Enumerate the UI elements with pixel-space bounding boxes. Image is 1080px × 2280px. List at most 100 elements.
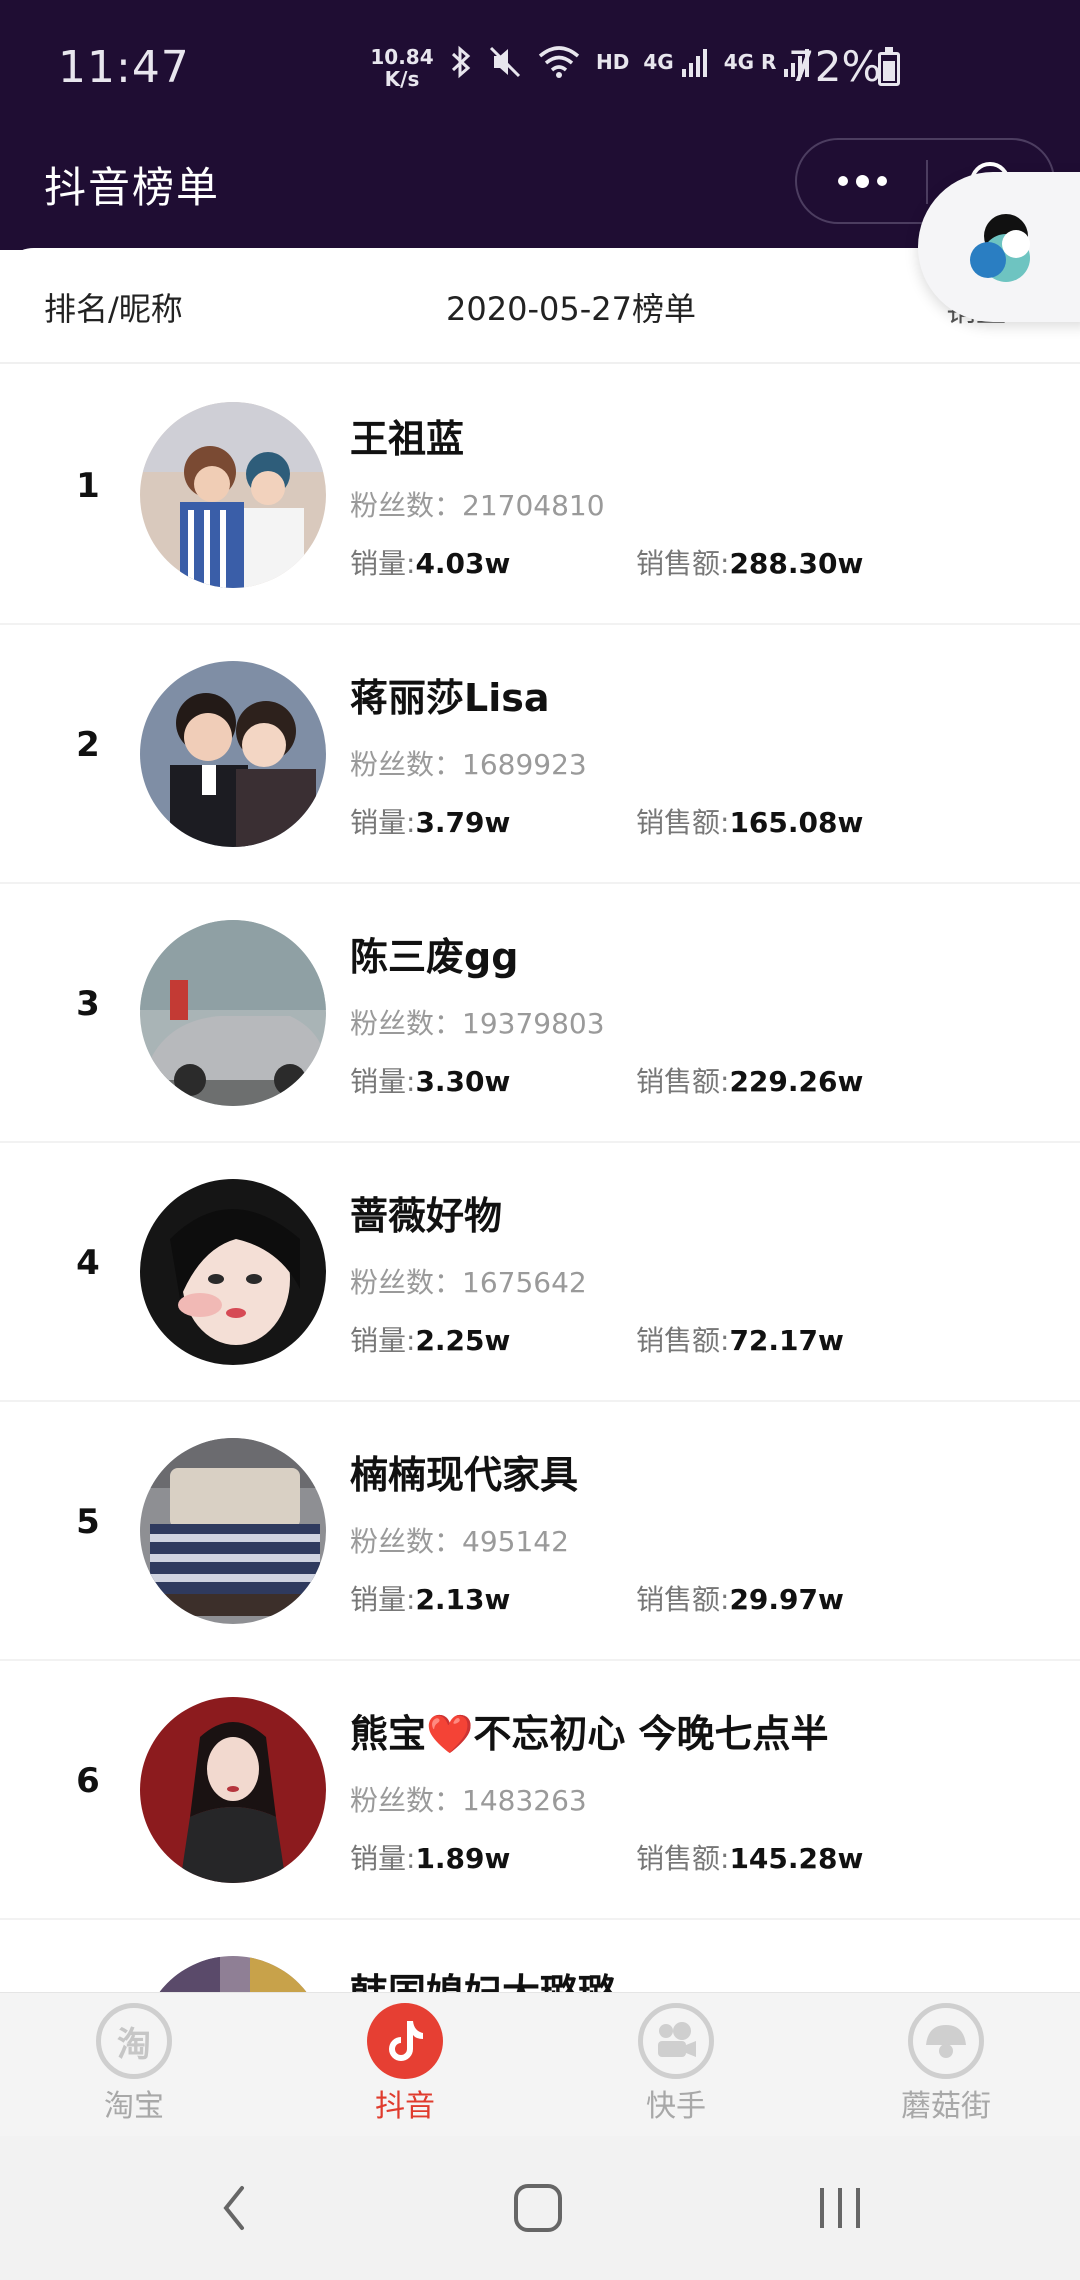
taobao-icon: 淘	[96, 2003, 172, 2079]
avatar	[140, 1956, 326, 1993]
streamer-name: 陈三废gg	[350, 935, 519, 979]
fans-count: 粉丝数：1675642	[350, 1261, 587, 1301]
sales-value: 1.89w	[415, 1842, 511, 1875]
sales-label: 销量:	[350, 1842, 416, 1875]
sales-label: 销量:	[350, 547, 416, 580]
rank-number: 1	[76, 466, 100, 506]
sales-label: 销量:	[350, 806, 416, 839]
dot-icon	[837, 176, 848, 186]
fans-label: 粉丝数：	[350, 1266, 463, 1299]
fans-label: 粉丝数：	[350, 1007, 463, 1040]
sales-value: 4.03w	[415, 547, 511, 580]
avatar	[140, 661, 326, 847]
status-icons: HD 4G 4G R	[448, 44, 812, 80]
table-header: 排名/昵称 2020-05-27榜单 销量	[0, 248, 1080, 364]
fans-count: 粉丝数：21704810	[350, 484, 605, 524]
fans-count: 粉丝数：1689923	[350, 743, 587, 783]
sales-revenue: 销售额:229.26w	[636, 1060, 863, 1100]
fans-value: 495142	[462, 1525, 569, 1558]
list-item[interactable]: 韩国媳妇大璐璐	[0, 1920, 1080, 1993]
rank-number: 2	[76, 725, 100, 765]
revenue-label: 销售额:	[636, 1324, 730, 1357]
sales-value: 3.79w	[415, 806, 511, 839]
assistant-logo-icon	[970, 214, 1030, 282]
tab-taobao[interactable]: 淘 淘宝	[54, 2003, 214, 2125]
avatar	[140, 1697, 326, 1883]
home-icon[interactable]	[508, 2178, 568, 2238]
streamer-name: 蔷薇好物	[350, 1194, 503, 1238]
tab-label: 快手	[646, 2089, 706, 2124]
revenue-label: 销售额:	[636, 1583, 730, 1616]
fans-label: 粉丝数：	[350, 489, 463, 522]
revenue-label: 销售额:	[636, 1842, 730, 1875]
avatar	[140, 1438, 326, 1624]
fans-count: 粉丝数：19379803	[350, 1002, 605, 1042]
fans-value: 1675642	[462, 1266, 587, 1299]
revenue-value: 72.17w	[729, 1324, 844, 1357]
revenue-value: 29.97w	[729, 1583, 844, 1616]
sales-label: 销量:	[350, 1324, 416, 1357]
kuaishou-icon	[638, 2003, 714, 2079]
list-item[interactable]: 6 熊宝❤️不忘初心 今晚七点半 粉丝数：1483263 销量:1.89w 销售…	[0, 1661, 1080, 1920]
sales-volume: 销量:3.30w	[350, 1060, 510, 1100]
revenue-value: 145.28w	[729, 1842, 864, 1875]
tab-kuaishou[interactable]: 快手	[596, 2003, 756, 2125]
streamer-name: 韩国媳妇大璐璐	[350, 1971, 617, 1993]
more-options-button[interactable]	[797, 140, 927, 222]
battery-icon	[878, 47, 900, 86]
wifi-icon	[538, 46, 580, 78]
ranking-date[interactable]: 2020-05-27榜单	[446, 284, 696, 330]
status-bar: 11:47 10.84 K/s HD 4G 4G R 72%	[0, 0, 1080, 140]
network-type-1: 4G	[643, 50, 674, 74]
sales-revenue: 销售额:72.17w	[636, 1319, 844, 1359]
douyin-icon	[367, 2003, 443, 2079]
revenue-value: 165.08w	[729, 806, 864, 839]
fans-label: 粉丝数：	[350, 1525, 463, 1558]
network-type-2: 4G R	[723, 50, 777, 74]
fans-label: 粉丝数：	[350, 748, 463, 781]
list-item[interactable]: 2 蒋丽莎Lisa 粉丝数：1689923 销量:3.79w 销售额:165.0…	[0, 625, 1080, 884]
rank-name-column-header: 排名/昵称	[44, 290, 183, 328]
network-speed-unit: K/s	[384, 67, 420, 91]
app-header: 11:47 10.84 K/s HD 4G 4G R 72% 抖音榜单	[0, 0, 1080, 250]
list-item[interactable]: 5 楠楠现代家具 粉丝数：495142 销量:2.13w 销售额:29.97w	[0, 1402, 1080, 1661]
taobao-icon-glyph: 淘	[117, 2024, 151, 2065]
ranking-list: 排名/昵称 2020-05-27榜单 销量 1 王祖蓝 粉丝数：21704810…	[0, 248, 1080, 1993]
list-item[interactable]: 4 蔷薇好物 粉丝数：1675642 销量:2.25w 销售额:72.17w	[0, 1143, 1080, 1402]
mogujie-icon	[908, 2003, 984, 2079]
tab-label: 蘑菇街	[901, 2089, 991, 2124]
fans-count: 粉丝数：1483263	[350, 1779, 587, 1819]
sales-revenue: 销售额:29.97w	[636, 1578, 844, 1618]
status-time: 11:47	[58, 42, 190, 93]
sales-volume: 销量:3.79w	[350, 801, 510, 841]
fans-value: 1689923	[462, 748, 587, 781]
back-icon[interactable]	[214, 2178, 254, 2238]
list-item[interactable]: 1 王祖蓝 粉丝数：21704810 销量:4.03w 销售额:288.30w	[0, 366, 1080, 625]
page-title: 抖音榜单	[44, 163, 221, 212]
tab-douyin[interactable]: 抖音	[325, 2003, 485, 2125]
dot-icon	[855, 174, 869, 188]
dot-icon	[876, 176, 887, 186]
streamer-name: 熊宝❤️不忘初心 今晚七点半	[350, 1712, 829, 1756]
floating-assistant-button[interactable]	[918, 172, 1080, 322]
fans-value: 1483263	[462, 1784, 587, 1817]
signal-icon-1	[681, 49, 707, 77]
avatar	[140, 920, 326, 1106]
rank-number: 5	[76, 1502, 100, 1542]
fans-count: 粉丝数：495142	[350, 1520, 569, 1560]
hd-label: HD	[596, 50, 630, 74]
sales-revenue: 销售额:145.28w	[636, 1837, 863, 1877]
bluetooth-icon	[451, 45, 471, 79]
revenue-value: 288.30w	[729, 547, 864, 580]
recent-apps-icon[interactable]	[812, 2178, 868, 2238]
sales-revenue: 销售额:165.08w	[636, 801, 863, 841]
tab-mogujie[interactable]: 蘑菇街	[866, 2003, 1026, 2125]
network-speed-value: 10.84	[370, 45, 434, 69]
sales-label: 销量:	[350, 1065, 416, 1098]
list-item[interactable]: 3 陈三废gg 粉丝数：19379803 销量:3.30w 销售额:229.26…	[0, 884, 1080, 1143]
sales-label: 销量:	[350, 1583, 416, 1616]
fans-value: 19379803	[462, 1007, 605, 1040]
capsule-divider	[926, 160, 928, 204]
sales-value: 2.13w	[415, 1583, 511, 1616]
streamer-name: 楠楠现代家具	[350, 1453, 579, 1497]
